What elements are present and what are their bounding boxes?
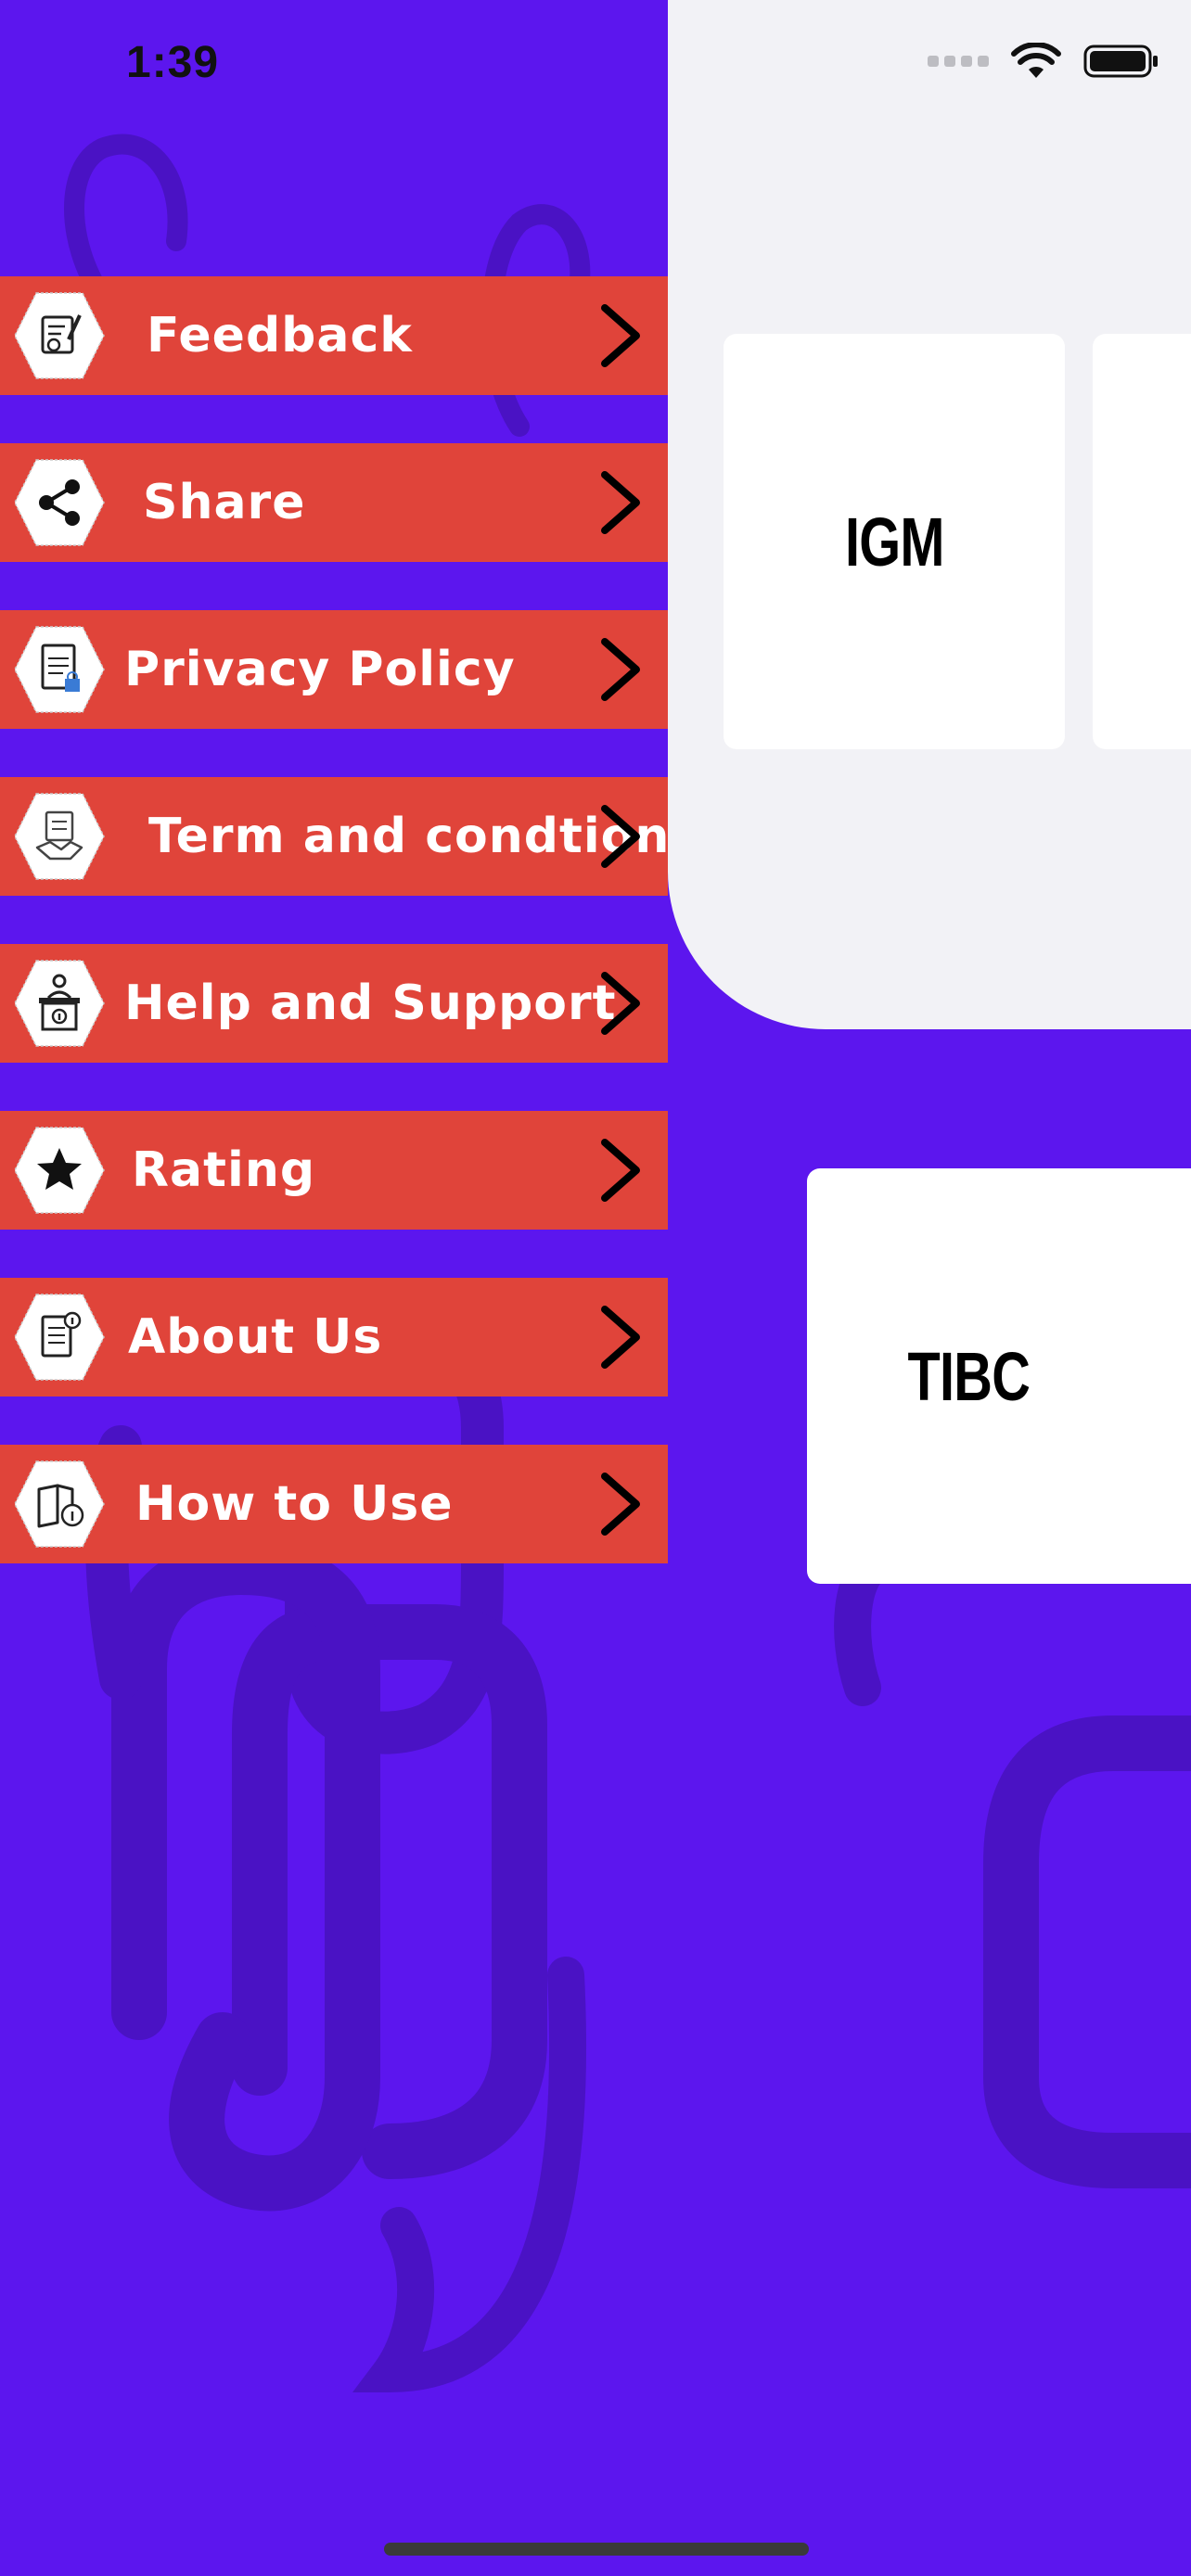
menu-item-feedback[interactable]: Feedback <box>0 276 668 395</box>
chevron-right-icon <box>601 1473 640 1536</box>
status-icons <box>928 43 1159 80</box>
menu-item-how-to-use[interactable]: How to Use <box>0 1445 668 1563</box>
share-icon <box>13 456 106 549</box>
tibc-card-label: TIBC <box>907 1337 1031 1415</box>
star-icon <box>13 1124 106 1217</box>
menu-item-privacy-policy[interactable]: Privacy Policy <box>0 610 668 729</box>
about-document-icon <box>13 1291 106 1384</box>
igm-card[interactable]: IGM <box>724 334 1065 749</box>
feedback-icon <box>13 289 106 382</box>
chevron-right-icon <box>601 1139 640 1202</box>
wifi-icon <box>1011 43 1061 78</box>
chevron-right-icon <box>601 304 640 367</box>
menu-item-about-us[interactable]: About Us <box>0 1278 668 1396</box>
battery-icon <box>1083 45 1158 78</box>
partial-card[interactable] <box>1093 334 1191 749</box>
menu-item-help-and-support[interactable]: Help and Support <box>0 944 668 1063</box>
menu-label: Feedback <box>147 308 413 363</box>
handshake-icon <box>13 790 106 883</box>
menu-item-rating[interactable]: Rating <box>0 1111 668 1230</box>
guide-book-icon <box>13 1458 106 1550</box>
status-time: 1:39 <box>126 38 220 87</box>
menu-label: Share <box>143 475 306 530</box>
cellular-signal-icon <box>928 56 989 67</box>
menu-label: About Us <box>128 1309 383 1365</box>
menu-label: Privacy Policy <box>124 642 516 697</box>
home-indicator[interactable] <box>384 2543 809 2556</box>
privacy-policy-icon <box>13 623 106 716</box>
chevron-right-icon <box>601 638 640 701</box>
chevron-right-icon <box>601 471 640 534</box>
help-desk-icon <box>13 957 106 1050</box>
menu-label: Help and Support <box>124 976 617 1031</box>
chevron-right-icon <box>601 972 640 1035</box>
chevron-right-icon <box>601 1306 640 1369</box>
tibc-card[interactable]: TIBC <box>807 1168 1191 1584</box>
menu-label: How to Use <box>135 1476 454 1532</box>
chevron-right-icon <box>601 805 640 868</box>
menu-label: Rating <box>132 1142 316 1198</box>
menu-item-term-and-condition[interactable]: Term and condtion <box>0 777 669 896</box>
menu-item-share[interactable]: Share <box>0 443 668 562</box>
igm-card-label: IGM <box>844 503 944 580</box>
